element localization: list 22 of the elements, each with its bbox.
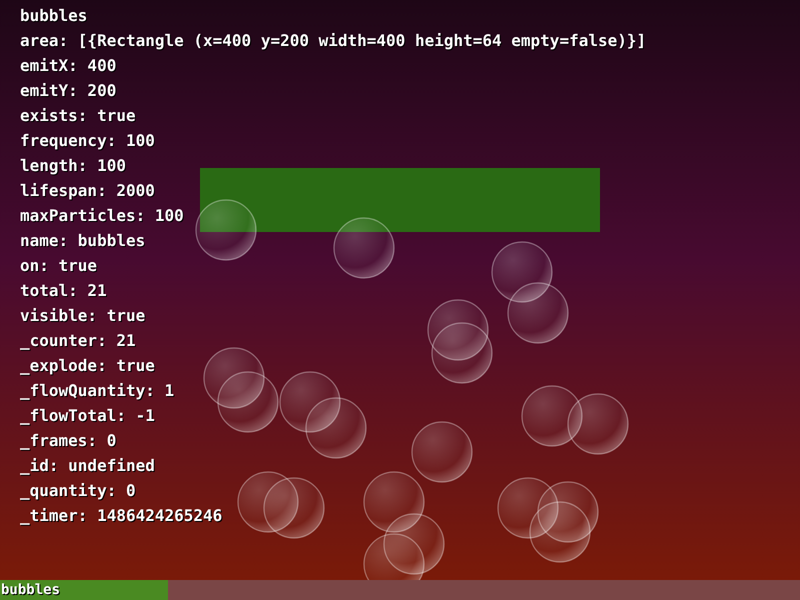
- debug-line: _quantity: 0: [20, 480, 136, 502]
- debug-line: _id: undefined: [20, 455, 155, 477]
- debug-line: on: true: [20, 255, 98, 277]
- debug-line: _explode: true: [20, 355, 155, 377]
- bar-label: bubbles: [1, 581, 60, 600]
- debug-title: bubbles: [20, 5, 88, 27]
- debug-line: _timer: 1486424265246: [20, 505, 222, 527]
- debug-line: emitX: 400: [20, 55, 116, 77]
- debug-line: frequency: 100: [20, 130, 155, 152]
- debug-line: maxParticles: 100: [20, 205, 184, 227]
- debug-line: _frames: 0: [20, 430, 116, 452]
- debug-line: area: [{Rectangle (x=400 y=200 width=400 height=64 empty=false)}]: [20, 30, 646, 52]
- debug-line: _flowQuantity: 1: [20, 380, 174, 402]
- debug-line: lifespan: 2000: [20, 180, 155, 202]
- debug-line: length: 100: [20, 155, 126, 177]
- debug-line: total: 21: [20, 280, 107, 302]
- debug-line: emitY: 200: [20, 80, 116, 102]
- debug-line: visible: true: [20, 305, 146, 327]
- debug-line: _flowTotal: -1: [20, 405, 155, 427]
- debug-line: name: bubbles: [20, 230, 146, 252]
- debug-line: _counter: 21: [20, 330, 136, 352]
- debug-line: exists: true: [20, 105, 136, 127]
